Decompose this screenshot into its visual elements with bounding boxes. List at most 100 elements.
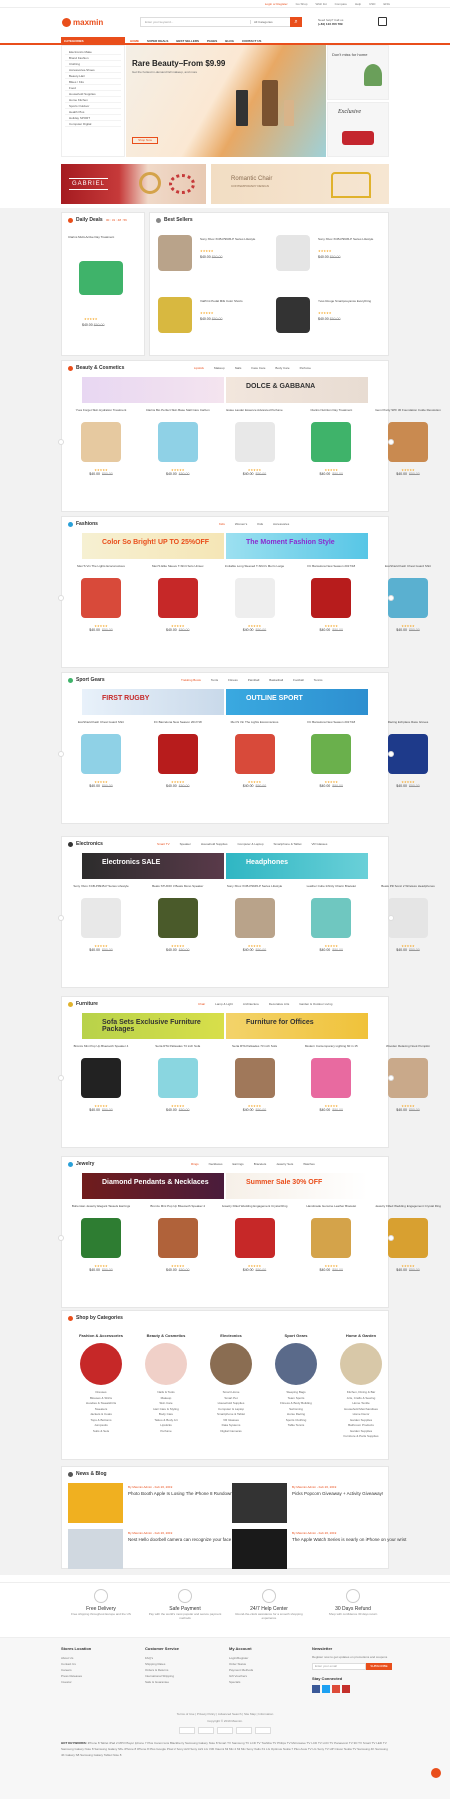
deals-product-image[interactable] xyxy=(79,261,123,295)
product-name[interactable]: Bronze Mini Pop Up Bluetooth Speaker 4 xyxy=(145,1205,211,1214)
news-item[interactable]: By Maxmin Admin - Feb 26, 2019 The Apple … xyxy=(232,1529,412,1573)
product-name[interactable]: Racing Echplace Race Gloves xyxy=(375,721,441,730)
section-tab[interactable]: Jewelry Sets xyxy=(276,1162,293,1166)
wishlist-link[interactable]: Wish list xyxy=(315,2,326,6)
product-name[interactable]: Yves Rouge Smartpouyance Everything xyxy=(318,299,382,303)
section-tab[interactable]: Lipstick xyxy=(194,366,204,370)
prev-arrow-icon[interactable] xyxy=(58,1235,64,1241)
section-tab[interactable]: Football xyxy=(293,678,304,682)
nav-pages[interactable]: PAGES xyxy=(207,39,217,43)
product-name[interactable]: Estee Lauder Essence Advanced Perfume xyxy=(222,409,288,418)
hero-banner[interactable]: Rare Beauty–From $9.99 Get the hottest i… xyxy=(126,45,326,157)
nav-super-deals[interactable]: SUPER DEALS xyxy=(147,39,168,43)
product-card[interactable]: EcoShield Kash Chest Guard Shirt ★★★★★ $40… xyxy=(375,565,441,655)
compare-link[interactable]: Compare xyxy=(335,2,347,6)
language-select[interactable]: ENG xyxy=(383,2,390,6)
section-tab[interactable]: Perfume xyxy=(300,366,311,370)
product-card[interactable]: Yves Forget Skin Hydration Treatment ★★★★… xyxy=(68,409,134,499)
product-card[interactable]: Serta RTA Palisades 73 inch Sofa ★★★★★ $40… xyxy=(145,1045,211,1135)
hero-shop-button[interactable]: Shop Now xyxy=(132,137,158,144)
product-card[interactable]: Gem Pretty SPF 30 Foundation Colde Revol… xyxy=(375,409,441,499)
youtube-icon[interactable] xyxy=(342,1685,350,1693)
section-tab[interactable]: Decorative Arts xyxy=(269,1002,289,1006)
product-image[interactable] xyxy=(311,734,352,774)
prev-arrow-icon[interactable] xyxy=(58,751,64,757)
product-image[interactable] xyxy=(234,1218,275,1258)
product-name[interactable]: Invitable Long Sleeved T-Shirt's Men's L… xyxy=(222,565,288,574)
side-banner-exclusive[interactable]: Exclusive xyxy=(327,102,389,157)
side-banner-home[interactable]: Don't miss for home xyxy=(327,45,389,100)
product-card[interactable]: Estee Lauder Essence Advanced Perfume ★★★… xyxy=(222,409,288,499)
section-banner-a[interactable]: FIRST RUGBY xyxy=(82,689,224,715)
news-image[interactable] xyxy=(68,1529,123,1569)
product-image[interactable] xyxy=(81,1218,121,1258)
deals-product-name[interactable]: Clarins Multi-Active Day Treatment xyxy=(68,235,138,239)
footer-link[interactable]: Specials xyxy=(229,1679,309,1685)
login-link[interactable]: Login or Register xyxy=(265,2,288,6)
product-image[interactable] xyxy=(157,578,198,618)
nav-best-sellers[interactable]: BEST SELLERS xyxy=(176,39,199,43)
product-card[interactable]: Bronze Mini Pop Up Bluetooth Speaker 4 ★★… xyxy=(68,1045,134,1135)
product-image[interactable] xyxy=(157,1218,198,1258)
product-name[interactable]: EcoShield Kash Chest Guard Shirt xyxy=(375,565,441,574)
next-arrow-icon[interactable] xyxy=(388,915,394,921)
section-tab[interactable]: Women's xyxy=(235,522,247,526)
product-image[interactable] xyxy=(388,1058,428,1098)
product-name[interactable]: Men'S Vin The Lights Ecoconscious xyxy=(68,565,134,574)
product-image[interactable] xyxy=(157,898,198,938)
footer-links[interactable]: Terms of Use | Privacy Policy | Advanced… xyxy=(61,1712,389,1716)
news-item-title[interactable]: Nest Hello doorbell camera can recognize… xyxy=(128,1537,246,1543)
help-link[interactable]: Help xyxy=(355,2,361,6)
twitter-icon[interactable] xyxy=(322,1685,330,1693)
product-card[interactable]: Clarins Bio Perfect Skin Base Stall Care… xyxy=(145,409,211,499)
prev-arrow-icon[interactable] xyxy=(58,915,64,921)
section-tab[interactable]: Fitness xyxy=(228,678,238,682)
product-name[interactable]: Gem Pretty SPF 30 Foundation Colde Revol… xyxy=(375,409,441,418)
section-tab[interactable]: Nails xyxy=(235,366,242,370)
product-image[interactable] xyxy=(81,898,121,938)
section-tab[interactable]: Makeup xyxy=(214,366,225,370)
section-tab[interactable]: Necklaces xyxy=(209,1162,223,1166)
product-card[interactable]: Jewelry Filled Wedding Engagement Crysta… xyxy=(375,1205,441,1295)
product-name[interactable]: FC Barcelona New Season 2017/18 xyxy=(298,721,364,730)
next-arrow-icon[interactable] xyxy=(388,439,394,445)
product-image[interactable] xyxy=(234,1058,275,1098)
subscribe-button[interactable]: SUBSCRIBE xyxy=(366,1663,392,1670)
product-name[interactable]: Men'S Elite Sleeve T-Shirt Solo Unisex xyxy=(145,565,211,574)
category-link[interactable]: Digital Cameras xyxy=(198,1429,264,1435)
category-head[interactable]: Beauty & Cosmetics xyxy=(133,1333,199,1338)
product-name[interactable]: Sony Xbox XCB-P9945-P Series Lifestyle xyxy=(222,885,288,894)
product-card[interactable]: Leather Cube Infinity Charm Bracelet ★★★★… xyxy=(298,885,364,975)
category-head[interactable]: Home & Garden xyxy=(328,1333,394,1338)
product-image[interactable] xyxy=(234,422,275,462)
product-image[interactable] xyxy=(81,422,121,462)
section-tab[interactable]: Bracelets xyxy=(254,1162,267,1166)
footer-link[interactable]: Investor xyxy=(61,1679,141,1685)
category-image[interactable] xyxy=(340,1343,382,1385)
product-card[interactable]: Men'S Vin The Lights Ecoconscious ★★★★★ $4… xyxy=(68,565,134,655)
product-image[interactable] xyxy=(311,422,352,462)
product-name[interactable]: Serta RTA Palisades 73 inch Sofa xyxy=(145,1045,211,1054)
product-image[interactable] xyxy=(311,898,352,938)
product-name[interactable]: FC Barcelona New Season 2017/18 xyxy=(298,565,364,574)
product-image[interactable] xyxy=(81,734,121,774)
section-tab[interactable]: VR Glasses xyxy=(311,842,327,846)
product-name[interactable]: EcoShield Kash Chest Guard Shirt xyxy=(68,721,134,730)
section-tab[interactable]: Face Care xyxy=(251,366,265,370)
facebook-icon[interactable] xyxy=(312,1685,320,1693)
bestseller-item[interactable]: Sony Xbox XCB-P9945-P Series Lifestyle ★★… xyxy=(156,231,268,289)
product-card[interactable]: Handmade Genuine Leather Bracelet ★★★★★ $4… xyxy=(298,1205,364,1295)
next-arrow-icon[interactable] xyxy=(388,595,394,601)
go-shop-link[interactable]: Go Shop xyxy=(296,2,308,6)
product-image[interactable] xyxy=(234,578,275,618)
section-tab[interactable]: Body Care xyxy=(275,366,289,370)
prev-arrow-icon[interactable] xyxy=(58,1075,64,1081)
product-card[interactable]: Sony Xbox XCB-P9945-P Series Lifestyle ★★… xyxy=(68,885,134,975)
product-name[interactable]: Serta RTA Palisades 73 inch Sofa xyxy=(222,1045,288,1054)
product-image[interactable] xyxy=(157,734,198,774)
back-to-top-button[interactable] xyxy=(431,1768,441,1778)
product-name[interactable]: Jewelry Filled Wedding Engagement Crysta… xyxy=(375,1205,441,1214)
product-image[interactable] xyxy=(81,578,121,618)
product-name[interactable]: Sony Xbox XCB-P9945-P Series Lifestyle xyxy=(200,237,264,241)
product-card[interactable]: Modern Contemporary Lighting 60 in 15 ★★★… xyxy=(298,1045,364,1135)
